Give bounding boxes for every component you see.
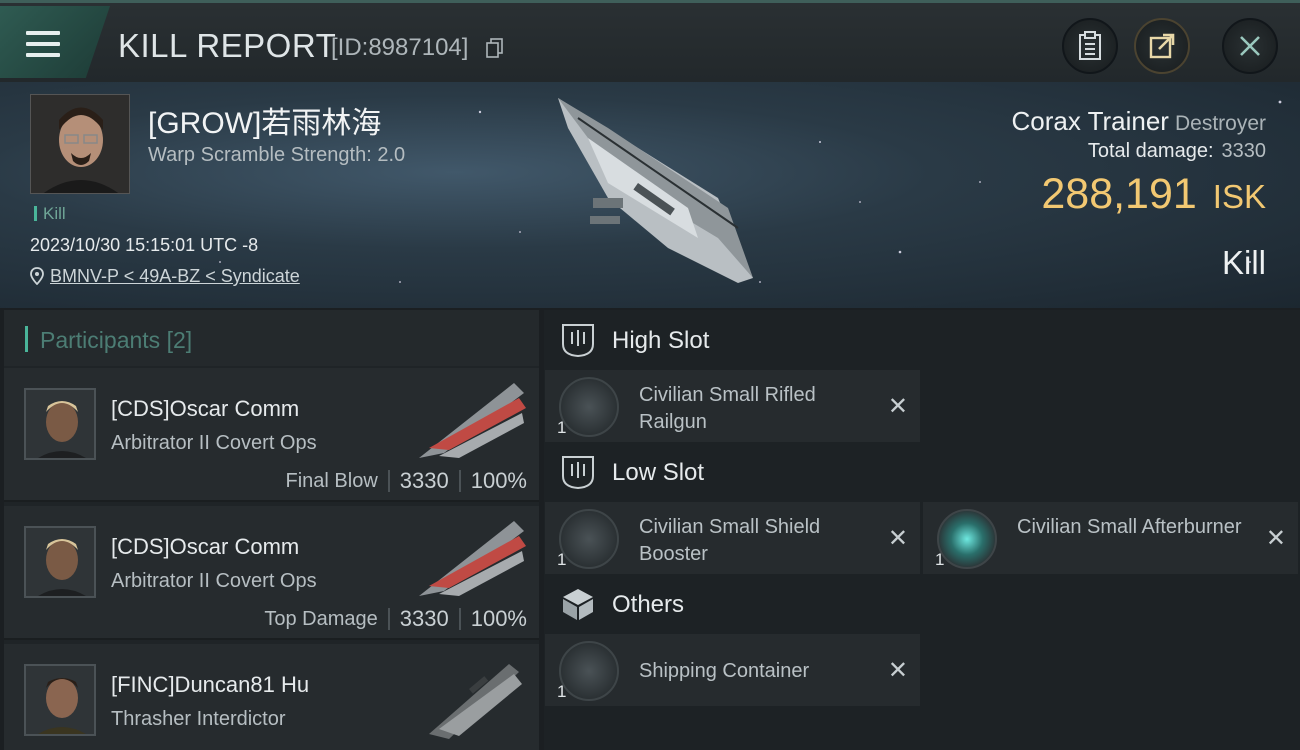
participant-damage: 3330 (399, 606, 449, 631)
afterburner-icon (937, 509, 997, 569)
low-slot-icon (562, 456, 594, 490)
low-slot-header: Low Slot (544, 442, 1300, 502)
location-link[interactable]: BMNV-P < 49A-BZ < Syndicate (50, 266, 300, 286)
victim-ship-image (558, 98, 753, 283)
destroyed-x-icon: ✕ (887, 525, 908, 552)
others-header: Others (544, 574, 1300, 634)
participant-avatar[interactable] (24, 388, 96, 460)
participant-name[interactable]: [CDS]Oscar Comm (111, 534, 299, 560)
participant-ship-image (419, 383, 526, 458)
participant-role: Top Damage (264, 607, 378, 630)
header-bar: KILL REPORT [ID:8987104] (0, 0, 1300, 82)
module-name: Shipping Container (639, 660, 810, 682)
divider (387, 470, 390, 492)
module-item[interactable]: 1 Civilian Small Shield Booster ✕ (545, 502, 920, 574)
total-damage-value: 3330 (1221, 140, 1267, 162)
module-quantity: 1 (557, 418, 567, 437)
module-quantity: 1 (557, 682, 567, 701)
ship-class: Destroyer (1174, 112, 1266, 135)
total-damage-label: Total damage: (1087, 140, 1214, 162)
location-pin-icon (30, 267, 44, 286)
isk-amount: 288,191 (1041, 170, 1197, 218)
participant-role: Final Blow (285, 469, 378, 492)
clipboard-icon (1079, 31, 1101, 60)
close-button[interactable] (1222, 18, 1278, 74)
participants-header: Participants [2] (4, 310, 539, 366)
isk-value: 288,191 ISK (1041, 170, 1266, 219)
victim-ship: Corax Trainer Destroyer (1011, 106, 1266, 137)
module-item[interactable]: 1 Shipping Container ✕ (545, 634, 920, 706)
module-quantity: 1 (935, 550, 945, 569)
fitting-panel: High Slot 1 Civilian Small Rifled Railgu… (544, 310, 1300, 750)
participant-percent: 100% (470, 468, 527, 493)
container-icon (559, 641, 619, 701)
victim-avatar[interactable] (30, 94, 130, 194)
victim-summary: [GROW]若雨林海 Warp Scramble Strength: 2.0 K… (0, 82, 1300, 308)
participant-ship: Arbitrator II Covert Ops (111, 570, 317, 592)
high-slot-header: High Slot (544, 310, 1300, 370)
participant-row[interactable]: [CDS]Oscar Comm Arbitrator II Covert Ops… (4, 368, 539, 502)
hamburger-icon (26, 31, 60, 57)
divider (458, 608, 461, 630)
participant-avatar[interactable] (24, 664, 96, 736)
copy-icon[interactable] (486, 38, 504, 58)
total-damage: Total damage: 3330 (1088, 140, 1266, 163)
share-button[interactable] (1134, 18, 1190, 74)
share-icon (1149, 33, 1175, 59)
destroyed-x-icon: ✕ (1265, 525, 1286, 552)
kill-datetime: 2023/10/30 15:15:01 UTC -8 (30, 235, 259, 255)
portrait-image (31, 95, 129, 193)
result-label: Kill (1221, 244, 1266, 281)
participant-stats: Top Damage 3330 100% (264, 606, 527, 632)
close-icon (1240, 36, 1260, 56)
clipboard-button[interactable] (1062, 18, 1118, 74)
accent-bar (25, 326, 28, 352)
others-title: Others (612, 591, 685, 618)
participant-ship: Arbitrator II Covert Ops (111, 432, 317, 454)
module-item[interactable]: 1 Civilian Small Afterburner ✕ (923, 502, 1298, 574)
participant-row[interactable]: [CDS]Oscar Comm Arbitrator II Covert Ops… (4, 506, 539, 640)
participants-label: Participants (40, 327, 161, 353)
victim-name[interactable]: [GROW]若雨林海 (148, 98, 381, 142)
participants-count: [2] (166, 327, 193, 353)
warp-scramble-strength: Warp Scramble Strength: 2.0 (148, 144, 406, 166)
participant-name[interactable]: [FINC]Duncan81 Hu (111, 672, 309, 698)
module-quantity: 1 (557, 550, 567, 569)
participant-percent: 100% (470, 606, 527, 631)
ship-name[interactable]: Corax Trainer (1011, 106, 1169, 136)
high-slot-icon (562, 324, 594, 358)
kill-location[interactable]: BMNV-P < 49A-BZ < Syndicate (30, 266, 300, 287)
module-item[interactable]: 1 Civilian Small Rifled Railgun ✕ (545, 370, 920, 442)
railgun-icon (559, 377, 619, 437)
low-slot-title: Low Slot (612, 459, 705, 486)
high-slot-title: High Slot (612, 327, 710, 354)
divider (387, 608, 390, 630)
cube-icon (563, 589, 593, 620)
participants-panel: Participants [2] [CDS]Oscar Comm Arbitra… (4, 310, 539, 750)
menu-button[interactable] (0, 6, 110, 78)
participant-damage: 3330 (399, 468, 449, 493)
kill-type-tag: Kill (34, 204, 66, 224)
participant-ship-image (429, 664, 522, 739)
participant-name[interactable]: [CDS]Oscar Comm (111, 396, 299, 422)
module-name: Civilian Small Afterburner (1017, 516, 1242, 538)
module-name: Civilian Small Shield Booster (639, 516, 821, 565)
module-name: Civilian Small Rifled Railgun (639, 384, 816, 433)
participant-row[interactable]: [FINC]Duncan81 Hu Thrasher Interdictor (4, 644, 539, 750)
shield-booster-icon (559, 509, 619, 569)
divider (458, 470, 461, 492)
participant-ship: Thrasher Interdictor (111, 708, 286, 730)
participant-ship-image (419, 521, 526, 596)
participant-stats: Final Blow 3330 100% (286, 468, 528, 494)
page-title: KILL REPORT (118, 27, 337, 64)
destroyed-x-icon: ✕ (887, 657, 908, 684)
report-id: [ID:8987104] (331, 34, 469, 61)
participant-avatar[interactable] (24, 526, 96, 598)
isk-unit: ISK (1212, 178, 1266, 215)
destroyed-x-icon: ✕ (887, 393, 908, 420)
